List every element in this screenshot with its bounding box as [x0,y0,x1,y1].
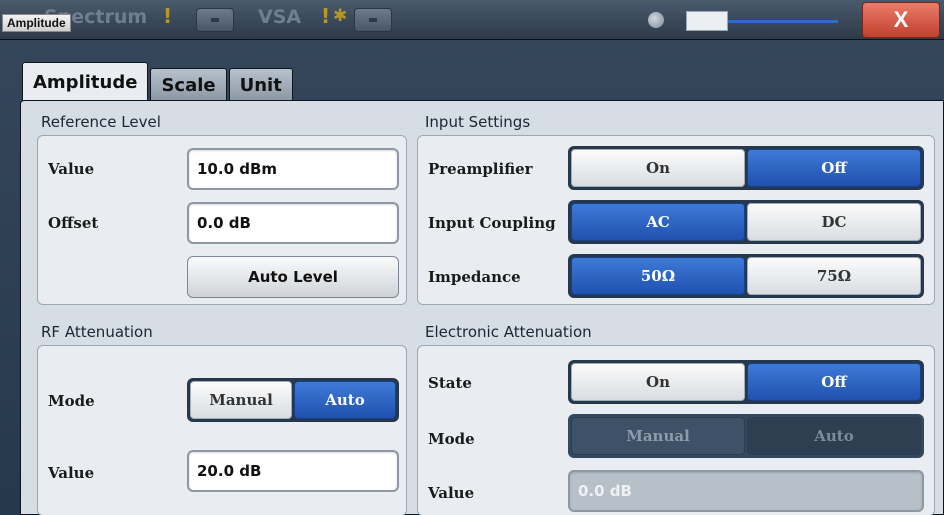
vsa-tab-background[interactable]: VSA [258,6,301,28]
electronic-attenuation-header: Electronic Attenuation [425,323,592,341]
tab-unit[interactable]: Unit [228,68,293,102]
preamplifier-toggle[interactable]: On Off [568,146,924,190]
input-coupling-toggle[interactable]: AC DC [568,200,924,244]
electronic-state-on-option[interactable]: On [571,363,745,401]
electronic-state-toggle[interactable]: On Off [568,360,924,404]
electronic-state-label: State [428,374,472,392]
input-settings-group: Preamplifier On Off Input Coupling AC DC… [417,135,935,305]
background-title-bar: Spectrum ! VSA ! ✱ X Amplitude [0,0,944,40]
reference-value-label: Value [48,160,95,178]
auto-level-button[interactable]: Auto Level [187,256,399,298]
reference-level-header: Reference Level [41,113,161,131]
input-coupling-ac-option[interactable]: AC [571,203,745,241]
rf-attenuation-group: Mode Manual Auto Value 20.0 dB [37,345,407,515]
status-indicator-icon [648,12,664,28]
impedance-75-option[interactable]: 75Ω [747,257,921,295]
impedance-50-option[interactable]: 50Ω [571,257,745,295]
preamplifier-label: Preamplifier [428,160,533,178]
reference-offset-field[interactable]: 0.0 dB [187,202,399,244]
electronic-mode-toggle: Manual Auto [568,414,924,458]
electronic-state-off-option[interactable]: Off [747,363,921,401]
rf-value-field[interactable]: 20.0 dB [187,450,399,492]
electronic-mode-auto-option: Auto [747,417,921,455]
electronic-value-field: 0.0 dB [568,470,924,512]
tab-amplitude[interactable]: Amplitude [22,62,149,102]
close-button[interactable]: X [862,2,940,38]
rf-mode-label: Mode [48,392,95,410]
tab-bar: Amplitude Scale Unit [22,62,295,102]
amplitude-panel: Reference Level Value 10.0 dBm Offset 0.… [20,100,944,515]
rf-mode-toggle[interactable]: Manual Auto [187,378,399,422]
minimize-icon[interactable] [196,8,234,32]
transparency-slider[interactable] [686,11,838,31]
amplitude-dialog: Amplitude Scale Unit Reference Level Val… [0,40,944,515]
input-settings-header: Input Settings [425,113,531,131]
rf-mode-auto-option[interactable]: Auto [294,381,396,419]
electronic-mode-manual-option: Manual [571,417,745,455]
tab-scale[interactable]: Scale [150,68,227,102]
warning-icon: ! [321,4,331,28]
slider-handle[interactable] [686,11,728,31]
impedance-toggle[interactable]: 50Ω 75Ω [568,254,924,298]
input-coupling-dc-option[interactable]: DC [747,203,921,241]
reference-level-group: Value 10.0 dBm Offset 0.0 dB Auto Level [37,135,407,305]
slider-track-line [728,20,838,23]
preamplifier-on-option[interactable]: On [571,149,745,187]
electronic-attenuation-group: State On Off Mode Manual Auto Value 0.0 … [417,345,935,515]
electronic-mode-label: Mode [428,430,475,448]
preamplifier-off-option[interactable]: Off [747,149,921,187]
input-coupling-label: Input Coupling [428,214,556,232]
warning-icon: ! [163,4,173,28]
reference-offset-label: Offset [48,214,99,232]
dialog-title: Amplitude [2,14,71,32]
rf-mode-manual-option[interactable]: Manual [190,381,292,419]
impedance-label: Impedance [428,268,521,286]
rf-attenuation-header: RF Attenuation [41,323,153,341]
minimize-icon[interactable] [354,8,392,32]
electronic-value-label: Value [428,484,475,502]
rf-value-label: Value [48,464,95,482]
reference-value-field[interactable]: 10.0 dBm [187,148,399,190]
star-icon: ✱ [333,6,348,26]
